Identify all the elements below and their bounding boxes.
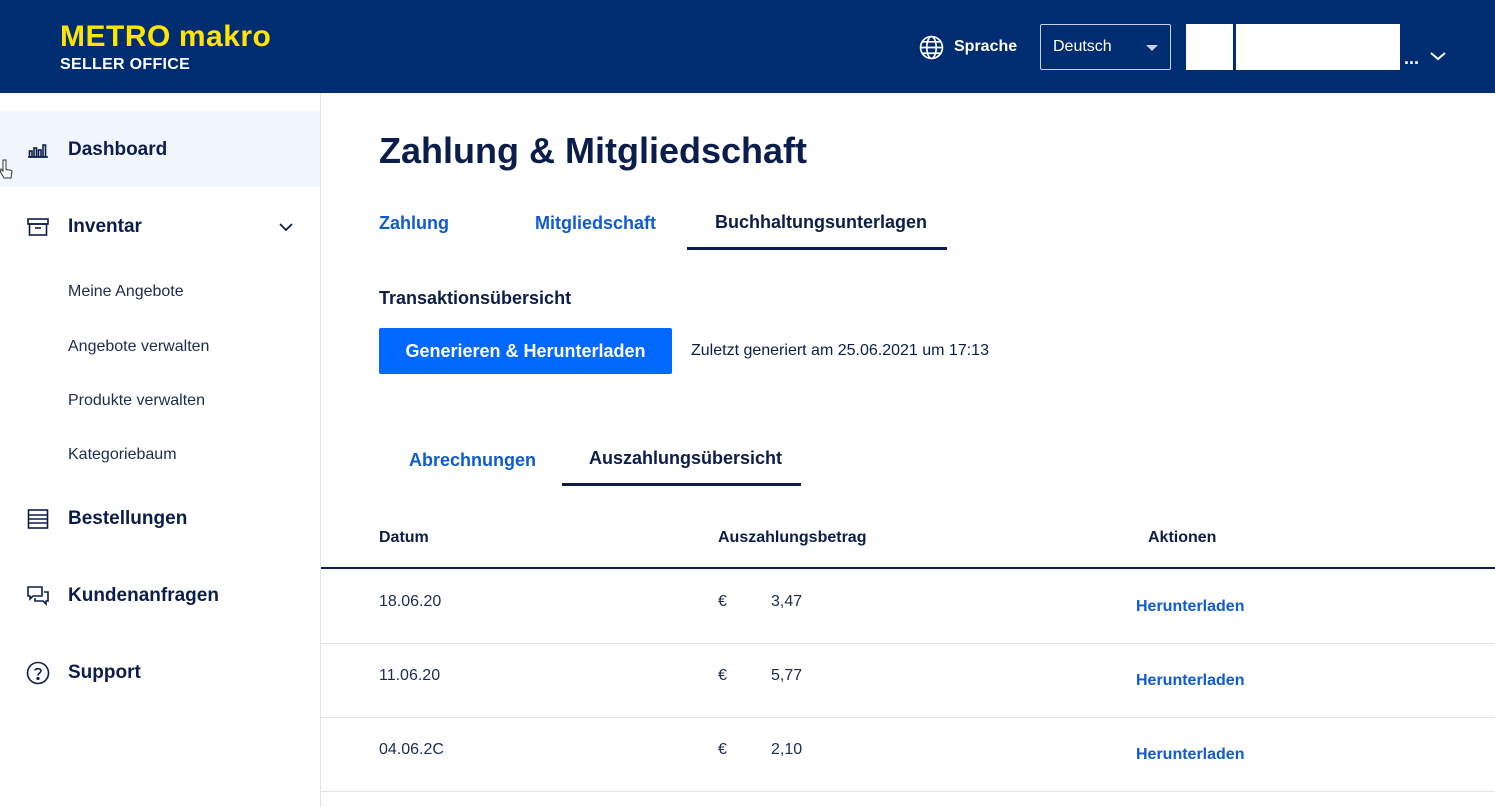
sidebar-subitem-kategoriebaum[interactable]: Kategoriebaum — [68, 446, 177, 464]
download-link[interactable]: Herunterladen — [1136, 746, 1244, 764]
table-cell-date: 04.06.2C — [379, 741, 444, 758]
sidebar-item-dashboard[interactable]: Dashboard — [0, 111, 320, 187]
language-select[interactable]: Deutsch — [1040, 24, 1171, 70]
last-generated-note: Zuletzt generiert am 25.06.2021 um 17:13 — [691, 342, 989, 359]
column-header-datum: Datum — [379, 529, 429, 546]
chevron-down-icon[interactable] — [278, 222, 294, 232]
table-cell-currency: € — [718, 593, 727, 610]
sidebar-item-label: Kundenanfragen — [68, 585, 219, 606]
table-row-divider — [321, 643, 1495, 644]
seller-office-label: SELLER OFFICE — [60, 56, 191, 73]
user-name-ellipsis: ... — [1404, 48, 1420, 68]
section-title: Transaktionsübersicht — [379, 288, 572, 308]
chat-bubbles-icon — [27, 586, 49, 606]
user-avatar-redacted[interactable] — [1186, 24, 1233, 70]
sidebar-item-kundenanfragen[interactable]: Kundenanfragen — [0, 558, 320, 634]
generate-download-button[interactable]: Generieren & Herunterladen — [379, 328, 672, 374]
sidebar-subitem-meine-angebote[interactable]: Meine Angebote — [68, 283, 184, 301]
sidebar-item-label: Support — [68, 662, 141, 683]
table-cell-date: 18.06.20 — [379, 593, 442, 610]
caret-down-icon — [1146, 45, 1158, 51]
table-row-divider — [321, 791, 1495, 792]
globe-icon[interactable] — [919, 35, 944, 60]
bar-chart-icon — [28, 144, 48, 158]
metro-makro-logo[interactable]: METRO makro — [60, 20, 271, 54]
active-subtab-indicator — [562, 483, 801, 486]
sidebar-subitem-angebote-verwalten[interactable]: Angebote verwalten — [68, 338, 209, 356]
logo-brand: METRO — [60, 20, 171, 53]
table-cell-amount: 3,47 — [771, 593, 803, 610]
logo-brand-2: makro — [178, 20, 272, 53]
table-row-divider — [321, 717, 1495, 718]
download-link[interactable]: Herunterladen — [1136, 598, 1244, 616]
archive-box-icon — [27, 218, 49, 236]
sidebar-item-label: Bestellungen — [68, 508, 188, 529]
download-link[interactable]: Herunterladen — [1136, 672, 1244, 690]
sidebar-item-bestellungen[interactable]: Bestellungen — [0, 481, 320, 557]
help-circle-icon — [26, 661, 50, 685]
language-label: Sprache — [954, 38, 1018, 55]
subtab-abrechnungen[interactable]: Abrechnungen — [409, 450, 536, 471]
language-select-value: Deutsch — [1053, 38, 1112, 55]
column-header-auszahlungsbetrag: Auszahlungsbetrag — [718, 529, 867, 546]
sidebar-item-inventar[interactable]: Inventar — [0, 189, 320, 265]
table-cell-date: 11.06.20 — [379, 667, 441, 684]
table-cell-amount: 5,77 — [771, 667, 803, 684]
sidebar: Dashboard Inventar Meine Angebote Angebo… — [0, 93, 321, 807]
sidebar-item-support[interactable]: Support — [0, 635, 320, 711]
sidebar-item-label: Dashboard — [68, 139, 168, 160]
table-cell-currency: € — [718, 667, 727, 684]
sidebar-subitem-produkte-verwalten[interactable]: Produkte verwalten — [68, 392, 205, 410]
table-cell-amount: 2,10 — [771, 741, 803, 758]
top-header: METRO makro SELLER OFFICE Sprache Deutsch… — [0, 0, 1495, 93]
hand-cursor-icon — [0, 159, 13, 179]
chevron-down-icon[interactable] — [1429, 50, 1447, 62]
subtab-auszahlungsuebersicht[interactable]: Auszahlungsübersicht — [589, 448, 782, 469]
user-name-redacted[interactable] — [1236, 24, 1400, 70]
tab-zahlung[interactable]: Zahlung — [379, 213, 449, 234]
column-header-aktionen: Aktionen — [1148, 529, 1217, 546]
tab-mitgliedschaft[interactable]: Mitgliedschaft — [535, 213, 656, 234]
page-title: Zahlung & Mitgliedschaft — [379, 130, 807, 171]
table-header-divider — [321, 567, 1495, 569]
list-icon — [27, 509, 49, 529]
table-cell-currency: € — [718, 741, 727, 758]
sidebar-item-label: Inventar — [68, 216, 142, 237]
tab-buchhaltungsunterlagen[interactable]: Buchhaltungsunterlagen — [715, 212, 927, 233]
active-tab-indicator — [687, 247, 947, 250]
